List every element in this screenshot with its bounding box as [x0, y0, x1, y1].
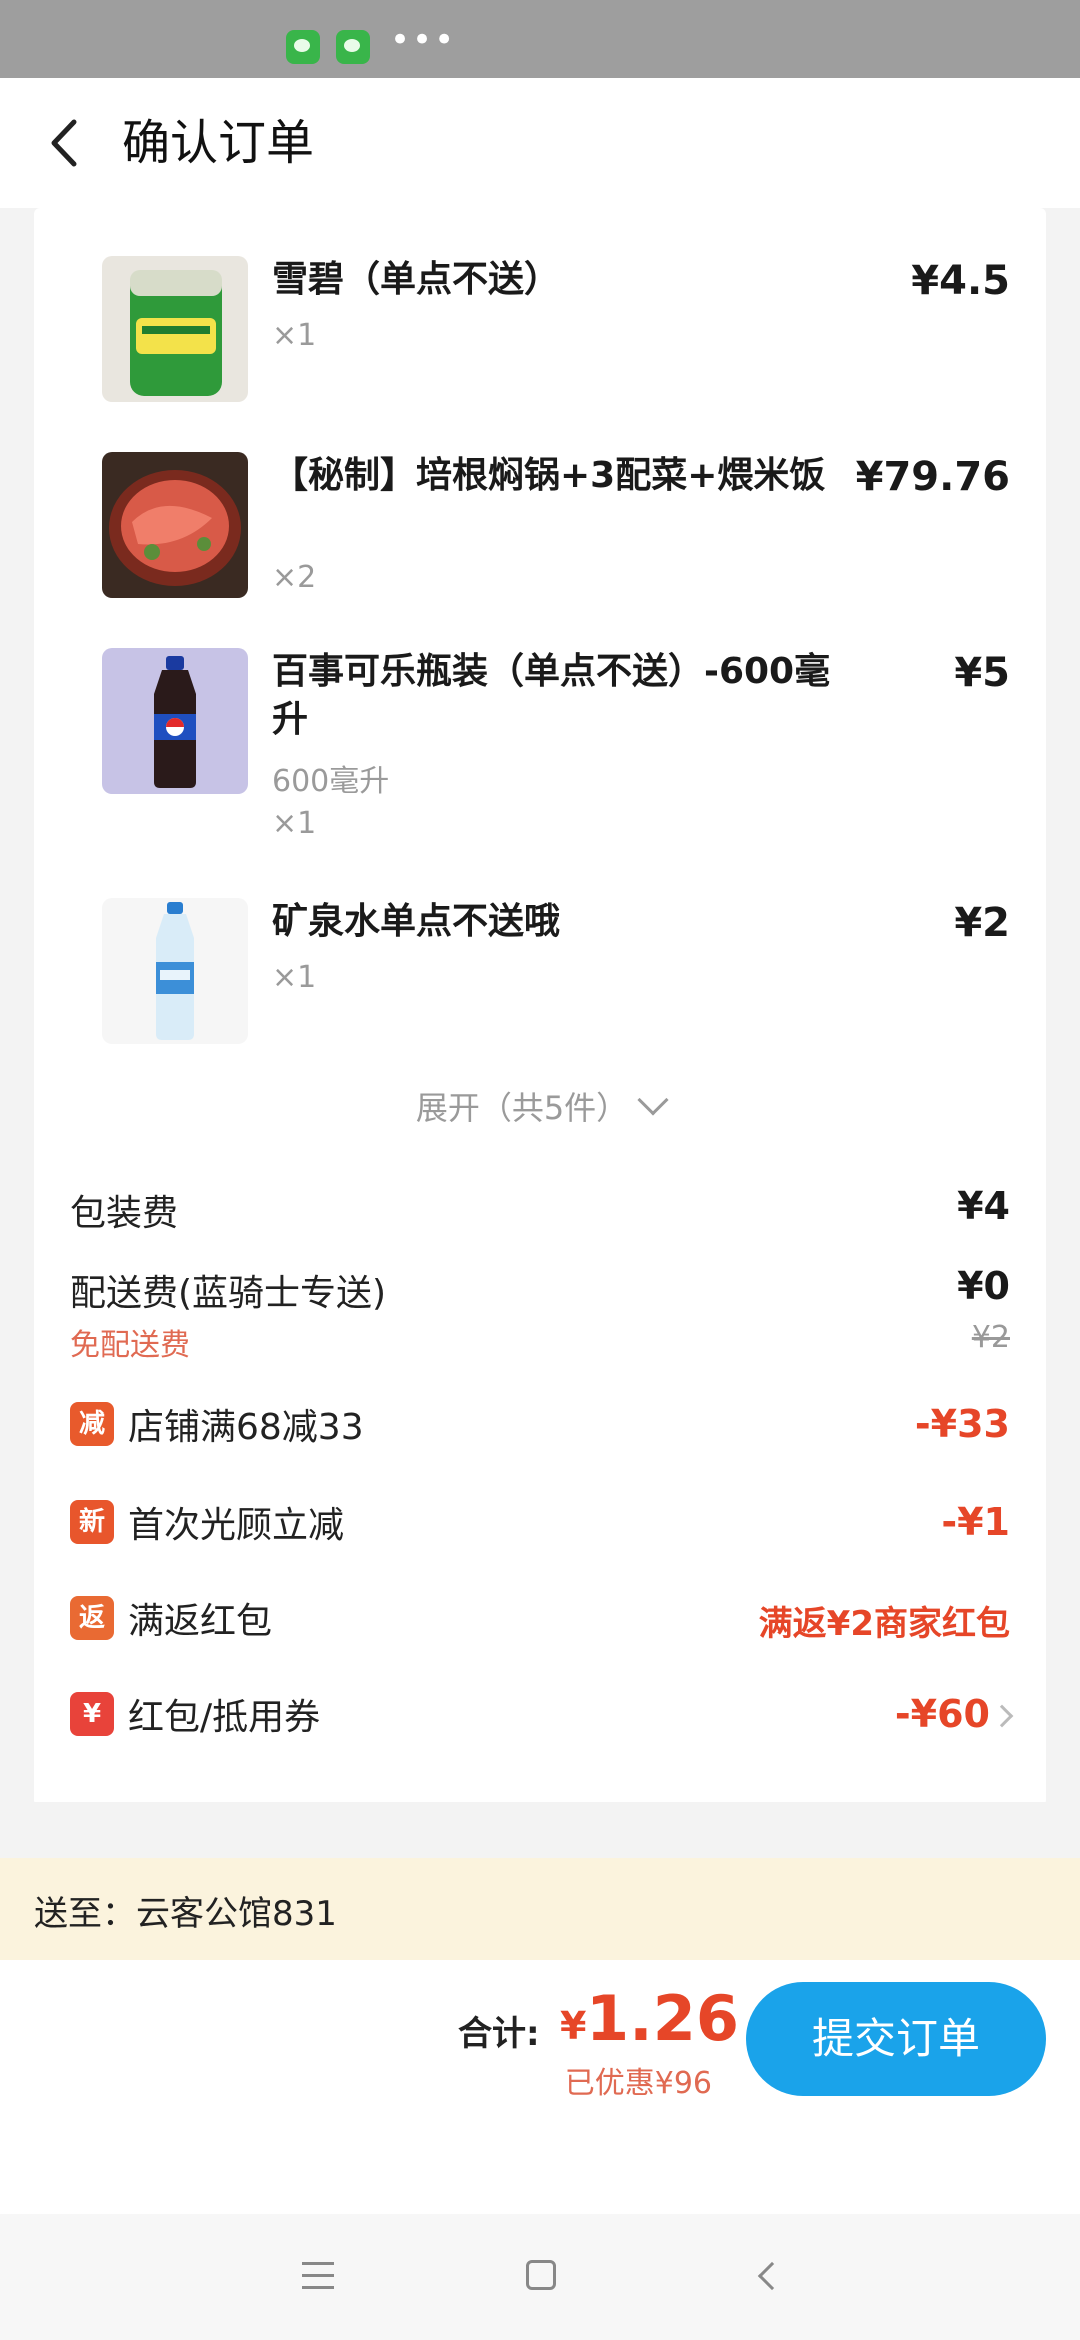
- divider: [34, 1802, 1046, 1816]
- item-name: 百事可乐瓶装（单点不送）-600毫升: [272, 651, 831, 740]
- delivery-fee-original: ¥2: [971, 1320, 1010, 1355]
- coupon-row[interactable]: ¥ 红包/抵用券 -¥60: [70, 1688, 1014, 1740]
- back-arrow-icon: [51, 119, 77, 167]
- discount-row-newcustomer: 新首次光顾立减 -¥1: [70, 1496, 1010, 1548]
- page-title: 确认订单: [122, 115, 315, 171]
- expand-items-toggle[interactable]: 展开（共5件）: [34, 1083, 1046, 1129]
- item-name: 雪碧（单点不送）: [272, 259, 561, 300]
- item-quantity: ×1: [272, 318, 317, 353]
- water-bottle-image: [102, 898, 248, 1044]
- top-app-bar: 确认订单: [0, 78, 1080, 208]
- sprite-can-image: [102, 256, 248, 402]
- new-customer-badge-icon: 新: [70, 1500, 114, 1544]
- delivery-address-bar[interactable]: 送至：云客公馆831: [0, 1858, 1080, 1960]
- delivery-fee-label: 配送费(蓝骑士专送): [70, 1273, 387, 1314]
- delivery-fee-row: 配送费(蓝骑士专送) ¥0: [70, 1264, 1010, 1316]
- item-price: ¥2: [954, 900, 1010, 946]
- item-price: ¥79.76: [855, 454, 1010, 500]
- discount-value: -¥1: [941, 1500, 1010, 1544]
- free-delivery-note: 免配送费: [70, 1328, 190, 1363]
- status-bar: •••: [0, 0, 1080, 78]
- total-amount: 1.26: [586, 1982, 739, 2055]
- system-navigation-bar: [0, 2214, 1080, 2340]
- home-icon[interactable]: [526, 2260, 556, 2290]
- order-card: 雪碧（单点不送） ¥4.5 ×1 【秘制】培根焖锅+3配菜+煨米饭 ¥79.76…: [34, 208, 1046, 1806]
- delivery-fee-value: ¥0: [957, 1264, 1010, 1308]
- wechat-icon: [286, 30, 320, 64]
- item-price: ¥4.5: [911, 258, 1010, 304]
- delivery-address-text: 送至：云客公馆831: [34, 1894, 337, 1934]
- item-price: ¥5: [954, 650, 1010, 696]
- menu-icon[interactable]: [302, 2262, 334, 2290]
- expand-label: 展开（共5件）: [415, 1089, 629, 1127]
- item-quantity: ×2: [272, 560, 317, 595]
- more-dots-icon: •••: [390, 20, 457, 60]
- coupon-value: -¥60: [894, 1692, 990, 1736]
- item-quantity: ×1: [272, 960, 317, 995]
- discount-label: 满返红包: [128, 1601, 273, 1642]
- item-name: 矿泉水单点不送哦: [272, 901, 561, 942]
- total-label: 合计:: [458, 2014, 540, 2054]
- back-button[interactable]: [32, 108, 102, 178]
- pepsi-bottle-image: [102, 648, 248, 794]
- discount-badge-icon: 减: [70, 1402, 114, 1446]
- discount-label: 首次光顾立减: [128, 1505, 345, 1546]
- item-name: 【秘制】培根焖锅+3配菜+煨米饭: [272, 455, 826, 496]
- discount-value: -¥33: [914, 1402, 1010, 1446]
- coupon-label: 红包/抵用券: [128, 1697, 321, 1738]
- submit-order-button[interactable]: 提交订单: [746, 1982, 1046, 2096]
- bacon-hotpot-image: [102, 452, 248, 598]
- checkout-bar: 合计: ¥ 1.26 已优惠¥96 提交订单: [0, 1960, 1080, 2214]
- wechat-icon: [336, 30, 370, 64]
- total-currency: ¥: [560, 2004, 587, 2048]
- packaging-fee-value: ¥4: [957, 1184, 1010, 1228]
- saved-amount: 已优惠¥96: [564, 2066, 712, 2101]
- back-icon[interactable]: [757, 2261, 787, 2291]
- discount-row-cashback: 返满返红包 满返¥2商家红包: [70, 1592, 1010, 1644]
- item-spec: 600毫升: [272, 764, 390, 799]
- coupon-badge-icon: ¥: [70, 1692, 114, 1736]
- chevron-right-icon: [990, 1704, 1014, 1728]
- discount-value: 满返¥2商家红包: [758, 1604, 1010, 1644]
- chevron-down-icon: [637, 1084, 669, 1116]
- item-quantity: ×1: [272, 806, 317, 841]
- cashback-badge-icon: 返: [70, 1596, 114, 1640]
- discount-row-store: 减店铺满68减33 -¥33: [70, 1398, 1010, 1450]
- discount-label: 店铺满68减33: [128, 1407, 364, 1448]
- packaging-fee-label: 包装费: [70, 1193, 179, 1234]
- packaging-fee-row: 包装费 ¥4: [70, 1184, 1010, 1236]
